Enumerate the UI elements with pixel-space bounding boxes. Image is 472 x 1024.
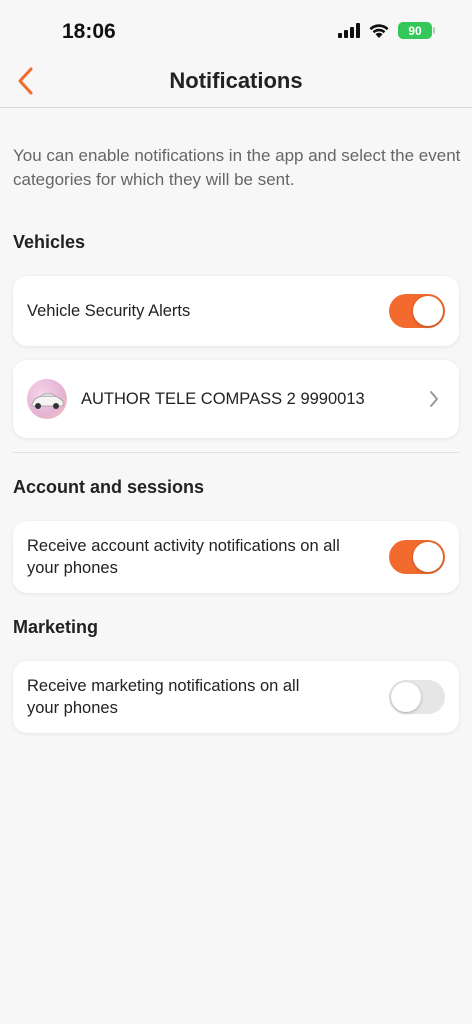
nav-bar: Notifications xyxy=(0,56,472,108)
account-activity-label: Receive account activity notifications o… xyxy=(27,537,340,577)
cellular-signal-icon xyxy=(338,23,360,38)
status-bar: 18:06 90 xyxy=(0,0,472,56)
section-divider xyxy=(13,452,459,453)
section-title-account: Account and sessions xyxy=(13,477,205,497)
car-icon xyxy=(31,393,64,409)
wifi-icon xyxy=(369,23,389,38)
marketing-label: Receive marketing notifications on all y… xyxy=(27,677,300,717)
section-title-vehicles: Vehicles xyxy=(13,232,86,252)
chevron-right-icon xyxy=(430,391,438,407)
vehicle-name: AUTHOR TELE COMPASS 2 9990013 xyxy=(81,390,365,408)
status-icons: 90 xyxy=(338,22,435,39)
account-activity-row: Receive account activity notifications o… xyxy=(13,521,459,593)
account-activity-toggle[interactable] xyxy=(389,540,445,574)
status-time: 18:06 xyxy=(62,20,116,43)
battery-level: 90 xyxy=(408,23,422,38)
marketing-toggle[interactable] xyxy=(389,680,445,714)
vehicle-security-alerts-label: Vehicle Security Alerts xyxy=(27,302,191,320)
page-title: Notifications xyxy=(169,68,303,93)
battery-icon: 90 xyxy=(398,22,435,39)
vehicle-list-item[interactable]: AUTHOR TELE COMPASS 2 9990013 xyxy=(13,360,459,438)
section-title-marketing: Marketing xyxy=(13,617,99,637)
vehicle-security-alerts-toggle[interactable] xyxy=(389,294,445,328)
intro-text: You can enable notifications in the app … xyxy=(13,146,461,189)
vehicle-avatar xyxy=(27,379,67,419)
marketing-row: Receive marketing notifications on all y… xyxy=(13,661,459,733)
vehicle-security-alerts-row: Vehicle Security Alerts xyxy=(13,276,459,346)
